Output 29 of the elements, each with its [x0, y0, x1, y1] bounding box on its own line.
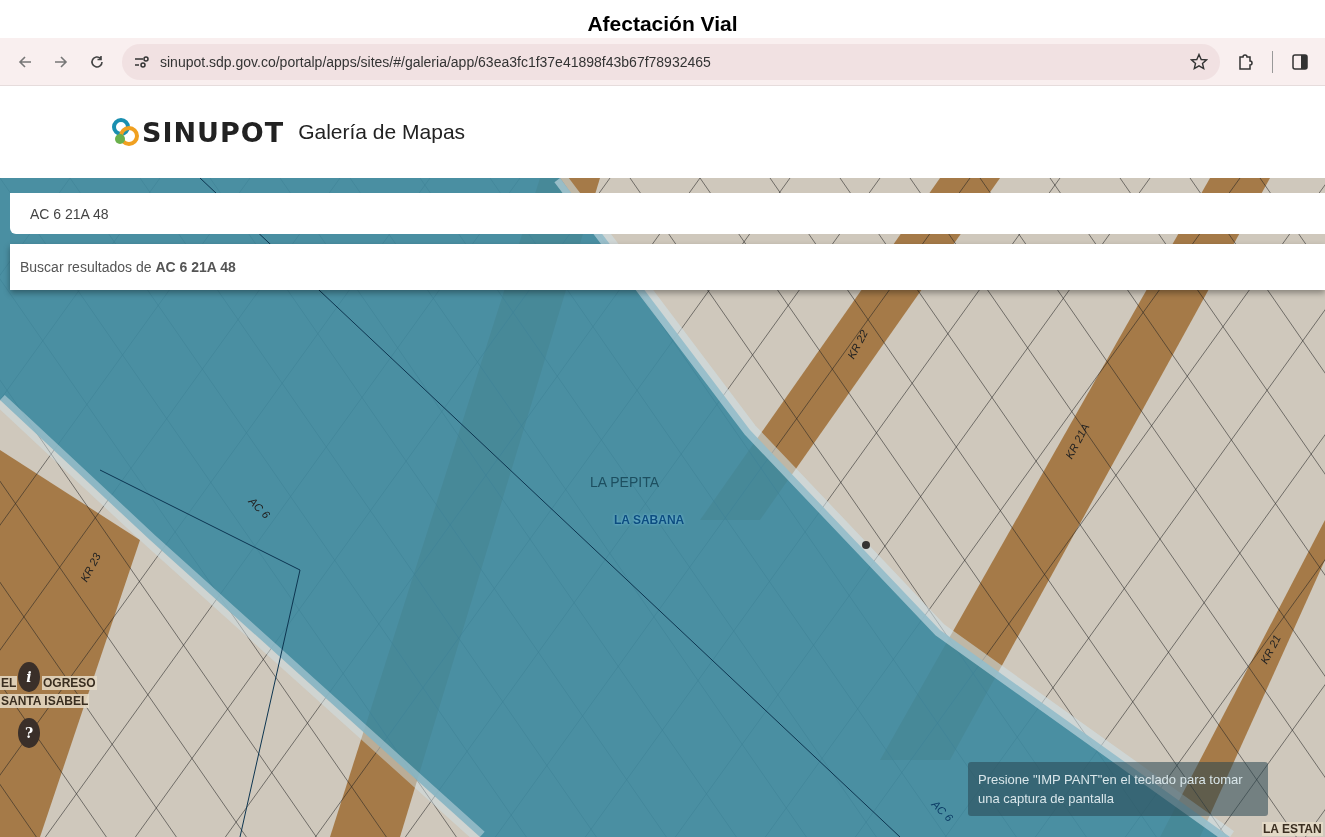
screenshot-tooltip: Presione "IMP PANT"en el teclado para tomar una captura de pantalla	[968, 762, 1268, 816]
area-label: LA SABANA	[614, 513, 685, 527]
street-label: KR 23	[78, 551, 103, 584]
area-label: SANTA ISABEL	[0, 694, 90, 708]
street-label: KR 22	[845, 328, 870, 361]
star-icon[interactable]	[1190, 52, 1208, 71]
area-label: EL	[0, 676, 18, 690]
side-panel-icon[interactable]	[1292, 53, 1308, 70]
search-suggestion[interactable]: Buscar resultados de AC 6 21A 48	[10, 244, 1325, 290]
logo-text: SINUPOT	[142, 116, 285, 148]
reload-icon[interactable]	[90, 54, 104, 69]
street-label: KR 21	[1258, 633, 1283, 666]
location-marker-icon	[862, 541, 870, 549]
page-title: Afectación Vial	[587, 12, 738, 37]
area-label: OGRESO	[42, 676, 97, 690]
site-settings-icon[interactable]	[134, 54, 150, 69]
area-label: LA ESTAN	[1262, 822, 1323, 836]
area-label: LA PEPITA	[590, 474, 659, 490]
street-label: KR 21A	[1063, 421, 1092, 461]
back-icon[interactable]	[18, 54, 32, 69]
street-label: AC 6	[929, 798, 956, 824]
puzzle-icon[interactable]	[1236, 52, 1254, 71]
app-title: Galería de Mapas	[298, 120, 466, 144]
search-field[interactable]: AC 6 21A 48	[10, 193, 1325, 234]
logo-icon	[110, 117, 140, 147]
url-text: sinupot.sdp.gov.co/portalp/apps/sites/#/galeria/app/63ea3fc1f37e41898f43b67f78932465	[160, 53, 711, 70]
street-label: AC 6	[246, 495, 273, 521]
forward-icon[interactable]	[54, 54, 68, 69]
address-bar[interactable]: sinupot.sdp.gov.co/portalp/apps/sites/#/galeria/app/63ea3fc1f37e41898f43b67f78932465	[122, 43, 1220, 80]
